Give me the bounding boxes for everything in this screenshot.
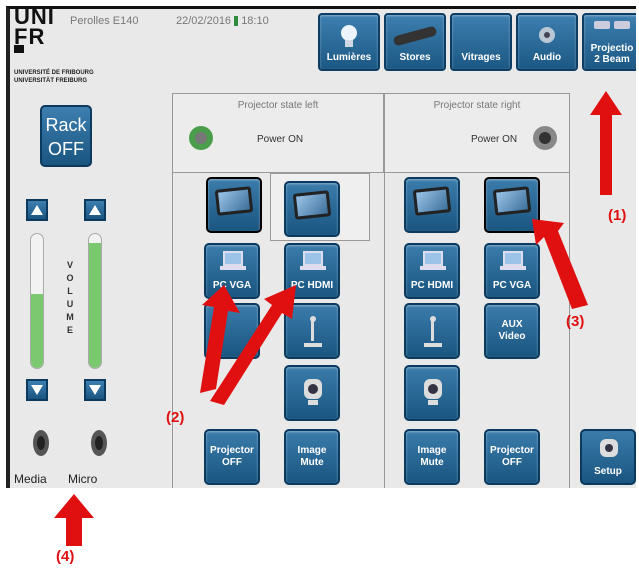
annotation-overlay xyxy=(200,91,622,405)
touch-panel-screen: UNI FR UNIVERSITÉ DE FRIBOURG UNIVERSITÄ… xyxy=(6,6,636,488)
annotation-arrow-3 xyxy=(532,219,588,309)
annotation-label-3: (3) xyxy=(566,313,585,330)
annotation-arrow-1 xyxy=(590,91,622,195)
annotation-label-2: (2) xyxy=(166,409,185,426)
annotation-label-1: (1) xyxy=(608,207,627,224)
annotation-arrow-4 xyxy=(54,494,94,546)
annotation-label-4: (4) xyxy=(56,548,75,565)
